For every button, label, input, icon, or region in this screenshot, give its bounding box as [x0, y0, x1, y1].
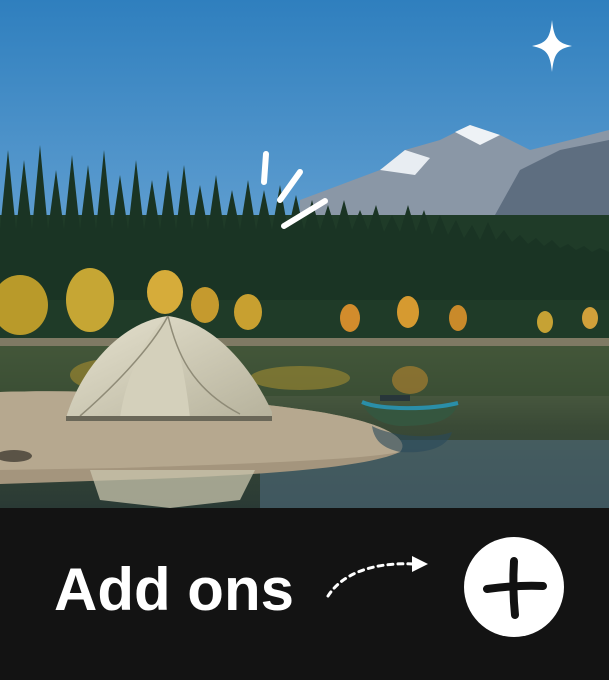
add-ons-card[interactable]: Add ons [0, 0, 609, 680]
burst-lines-icon [255, 148, 335, 243]
dashed-arrow-icon [322, 552, 432, 607]
add-ons-title: Add ons [54, 556, 294, 623]
camping-lake-photo [0, 0, 609, 508]
add-button[interactable] [464, 537, 564, 637]
bottom-panel: Add ons [0, 508, 609, 680]
plus-icon [483, 557, 547, 619]
sparkle-icon [532, 20, 572, 77]
